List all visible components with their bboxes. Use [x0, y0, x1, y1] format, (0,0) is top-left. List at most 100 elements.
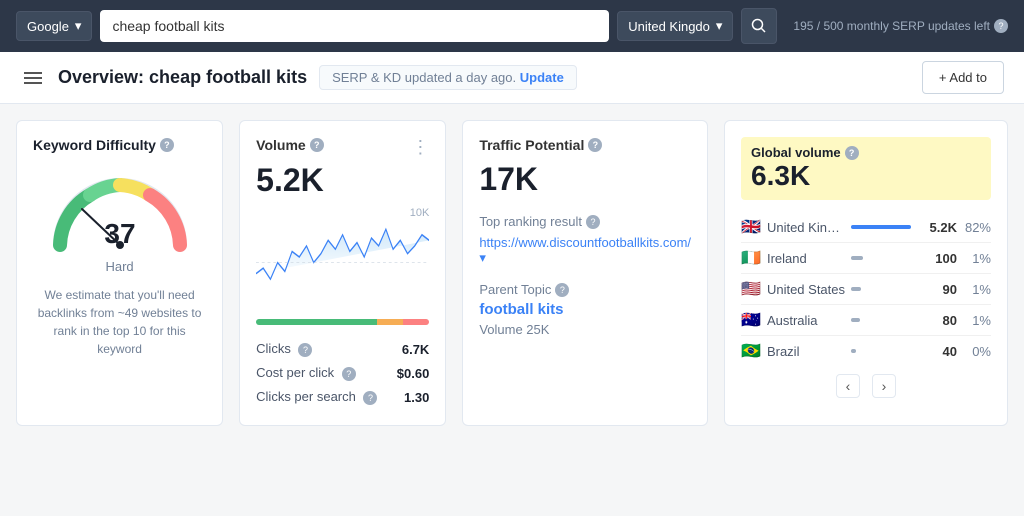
parent-volume: Volume 25K	[479, 322, 691, 337]
global-help-icon[interactable]: ?	[845, 146, 859, 160]
volume-bar-container	[851, 349, 911, 353]
traffic-value: 17K	[479, 161, 691, 198]
country-row: 🇮🇪 Ireland 100 1%	[741, 243, 991, 274]
chevron-down-icon: ▾	[75, 18, 82, 34]
volume-bar	[851, 318, 860, 322]
cps-label: Clicks per search ?	[256, 389, 377, 405]
volume-card: Volume ? ⋮ 5.2K 10K	[239, 120, 446, 426]
gauge-number: 37	[104, 218, 135, 249]
volume-value: 5.2K	[256, 162, 429, 199]
top-result-help-icon[interactable]: ?	[586, 215, 600, 229]
country-name: United Kin…	[767, 220, 845, 235]
cpc-metric: Cost per click ? $0.60	[256, 361, 429, 385]
cps-value: 1.30	[404, 390, 429, 405]
cps-help-icon[interactable]: ?	[363, 391, 377, 405]
volume-help-icon[interactable]: ?	[310, 138, 324, 152]
clicks-value: 6.7K	[402, 342, 429, 357]
page-header: Overview: cheap football kits SERP & KD …	[0, 52, 1024, 104]
country-name: United States	[767, 282, 845, 297]
clicks-bar-green	[256, 319, 377, 325]
cpc-label: Cost per click ?	[256, 365, 356, 381]
country-pct: 1%	[963, 313, 991, 328]
keyword-input[interactable]	[100, 10, 609, 42]
global-card: Global volume ? 6.3K 🇬🇧 United Kin… 5.2K…	[724, 120, 1008, 426]
country-flag: 🇮🇪	[741, 248, 761, 268]
prev-page-button[interactable]: ‹	[836, 374, 860, 398]
country-row: 🇦🇺 Australia 80 1%	[741, 305, 991, 336]
country-label: United Kingdo	[628, 19, 710, 34]
serp-help-icon[interactable]: ?	[994, 19, 1008, 33]
kd-help-icon[interactable]: ?	[160, 138, 174, 152]
traffic-card: Traffic Potential ? 17K Top ranking resu…	[462, 120, 708, 426]
country-volume: 80	[921, 313, 957, 328]
search-icon	[751, 18, 767, 34]
chevron-down-icon: ▾	[716, 18, 723, 34]
clicks-bar-yellow	[377, 319, 403, 325]
country-row: 🇬🇧 United Kin… 5.2K 82%	[741, 212, 991, 243]
sparkline-svg	[256, 207, 429, 307]
volume-title: Volume ?	[256, 137, 324, 153]
update-notice: SERP & KD updated a day ago. Update	[319, 65, 577, 90]
next-page-button[interactable]: ›	[872, 374, 896, 398]
country-volume: 40	[921, 344, 957, 359]
parent-topic-help-icon[interactable]: ?	[555, 283, 569, 297]
top-result-url[interactable]: https://www.discountfootballkits.com/ ▾	[479, 235, 691, 266]
volume-menu[interactable]: ⋮	[411, 137, 429, 158]
add-to-button[interactable]: + Add to	[922, 61, 1004, 94]
header-left: Overview: cheap football kits SERP & KD …	[20, 65, 577, 90]
volume-bar-container	[851, 318, 911, 322]
volume-bar-container	[851, 225, 911, 229]
country-pct: 0%	[963, 344, 991, 359]
country-pct: 1%	[963, 251, 991, 266]
serp-info: 195 / 500 monthly SERP updates left ?	[793, 19, 1008, 33]
difficulty-label: Hard	[33, 259, 206, 274]
global-value: 6.3K	[751, 160, 981, 192]
country-volume: 5.2K	[921, 220, 957, 235]
volume-bar-container	[851, 256, 911, 260]
search-engine-select[interactable]: Google ▾	[16, 11, 92, 41]
volume-bar-container	[851, 287, 911, 291]
traffic-help-icon[interactable]: ?	[588, 138, 602, 152]
hamburger-menu[interactable]	[20, 68, 46, 88]
volume-bar	[851, 256, 863, 260]
search-button[interactable]	[741, 8, 777, 44]
global-label: Global volume ?	[751, 145, 981, 160]
clicks-distribution-bar	[256, 319, 429, 325]
cpc-value: $0.60	[397, 366, 430, 381]
kd-title: Keyword Difficulty ?	[33, 137, 206, 153]
country-flag: 🇬🇧	[741, 217, 761, 237]
volume-bar	[851, 349, 856, 353]
parent-topic-link[interactable]: football kits	[479, 301, 691, 318]
chart-max-label: 10K	[410, 207, 430, 219]
country-pct: 82%	[963, 220, 991, 235]
country-flag: 🇺🇸	[741, 279, 761, 299]
volume-chart: 10K	[256, 207, 429, 307]
update-link[interactable]: Update	[520, 70, 564, 85]
country-name: Ireland	[767, 251, 845, 266]
clicks-metric: Clicks ? 6.7K	[256, 337, 429, 361]
volume-bar	[851, 287, 861, 291]
top-result-label: Top ranking result ?	[479, 214, 691, 229]
cps-metric: Clicks per search ? 1.30	[256, 385, 429, 409]
clicks-bar-red	[403, 319, 429, 325]
parent-topic-label: Parent Topic ?	[479, 282, 691, 297]
search-engine-label: Google	[27, 19, 69, 34]
clicks-help-icon[interactable]: ?	[298, 343, 312, 357]
country-volume: 90	[921, 282, 957, 297]
country-row: 🇧🇷 Brazil 40 0%	[741, 336, 991, 366]
gauge-svg: 37	[40, 165, 200, 255]
country-list: 🇬🇧 United Kin… 5.2K 82% 🇮🇪 Ireland 100 1…	[741, 212, 991, 366]
cpc-help-icon[interactable]: ?	[342, 367, 356, 381]
gauge-chart: 37	[40, 165, 200, 255]
main-grid: Keyword Difficulty ? 37 Hard We estimate…	[0, 104, 1024, 442]
country-name: Australia	[767, 313, 845, 328]
page-title: Overview: cheap football kits	[58, 67, 307, 88]
country-select[interactable]: United Kingdo ▾	[617, 11, 733, 41]
country-flag: 🇧🇷	[741, 341, 761, 361]
country-name: Brazil	[767, 344, 845, 359]
country-row: 🇺🇸 United States 90 1%	[741, 274, 991, 305]
global-header: Global volume ? 6.3K	[741, 137, 991, 200]
kd-description: We estimate that you'll need backlinks f…	[33, 286, 206, 358]
clicks-label: Clicks ?	[256, 341, 312, 357]
kd-card: Keyword Difficulty ? 37 Hard We estimate…	[16, 120, 223, 426]
